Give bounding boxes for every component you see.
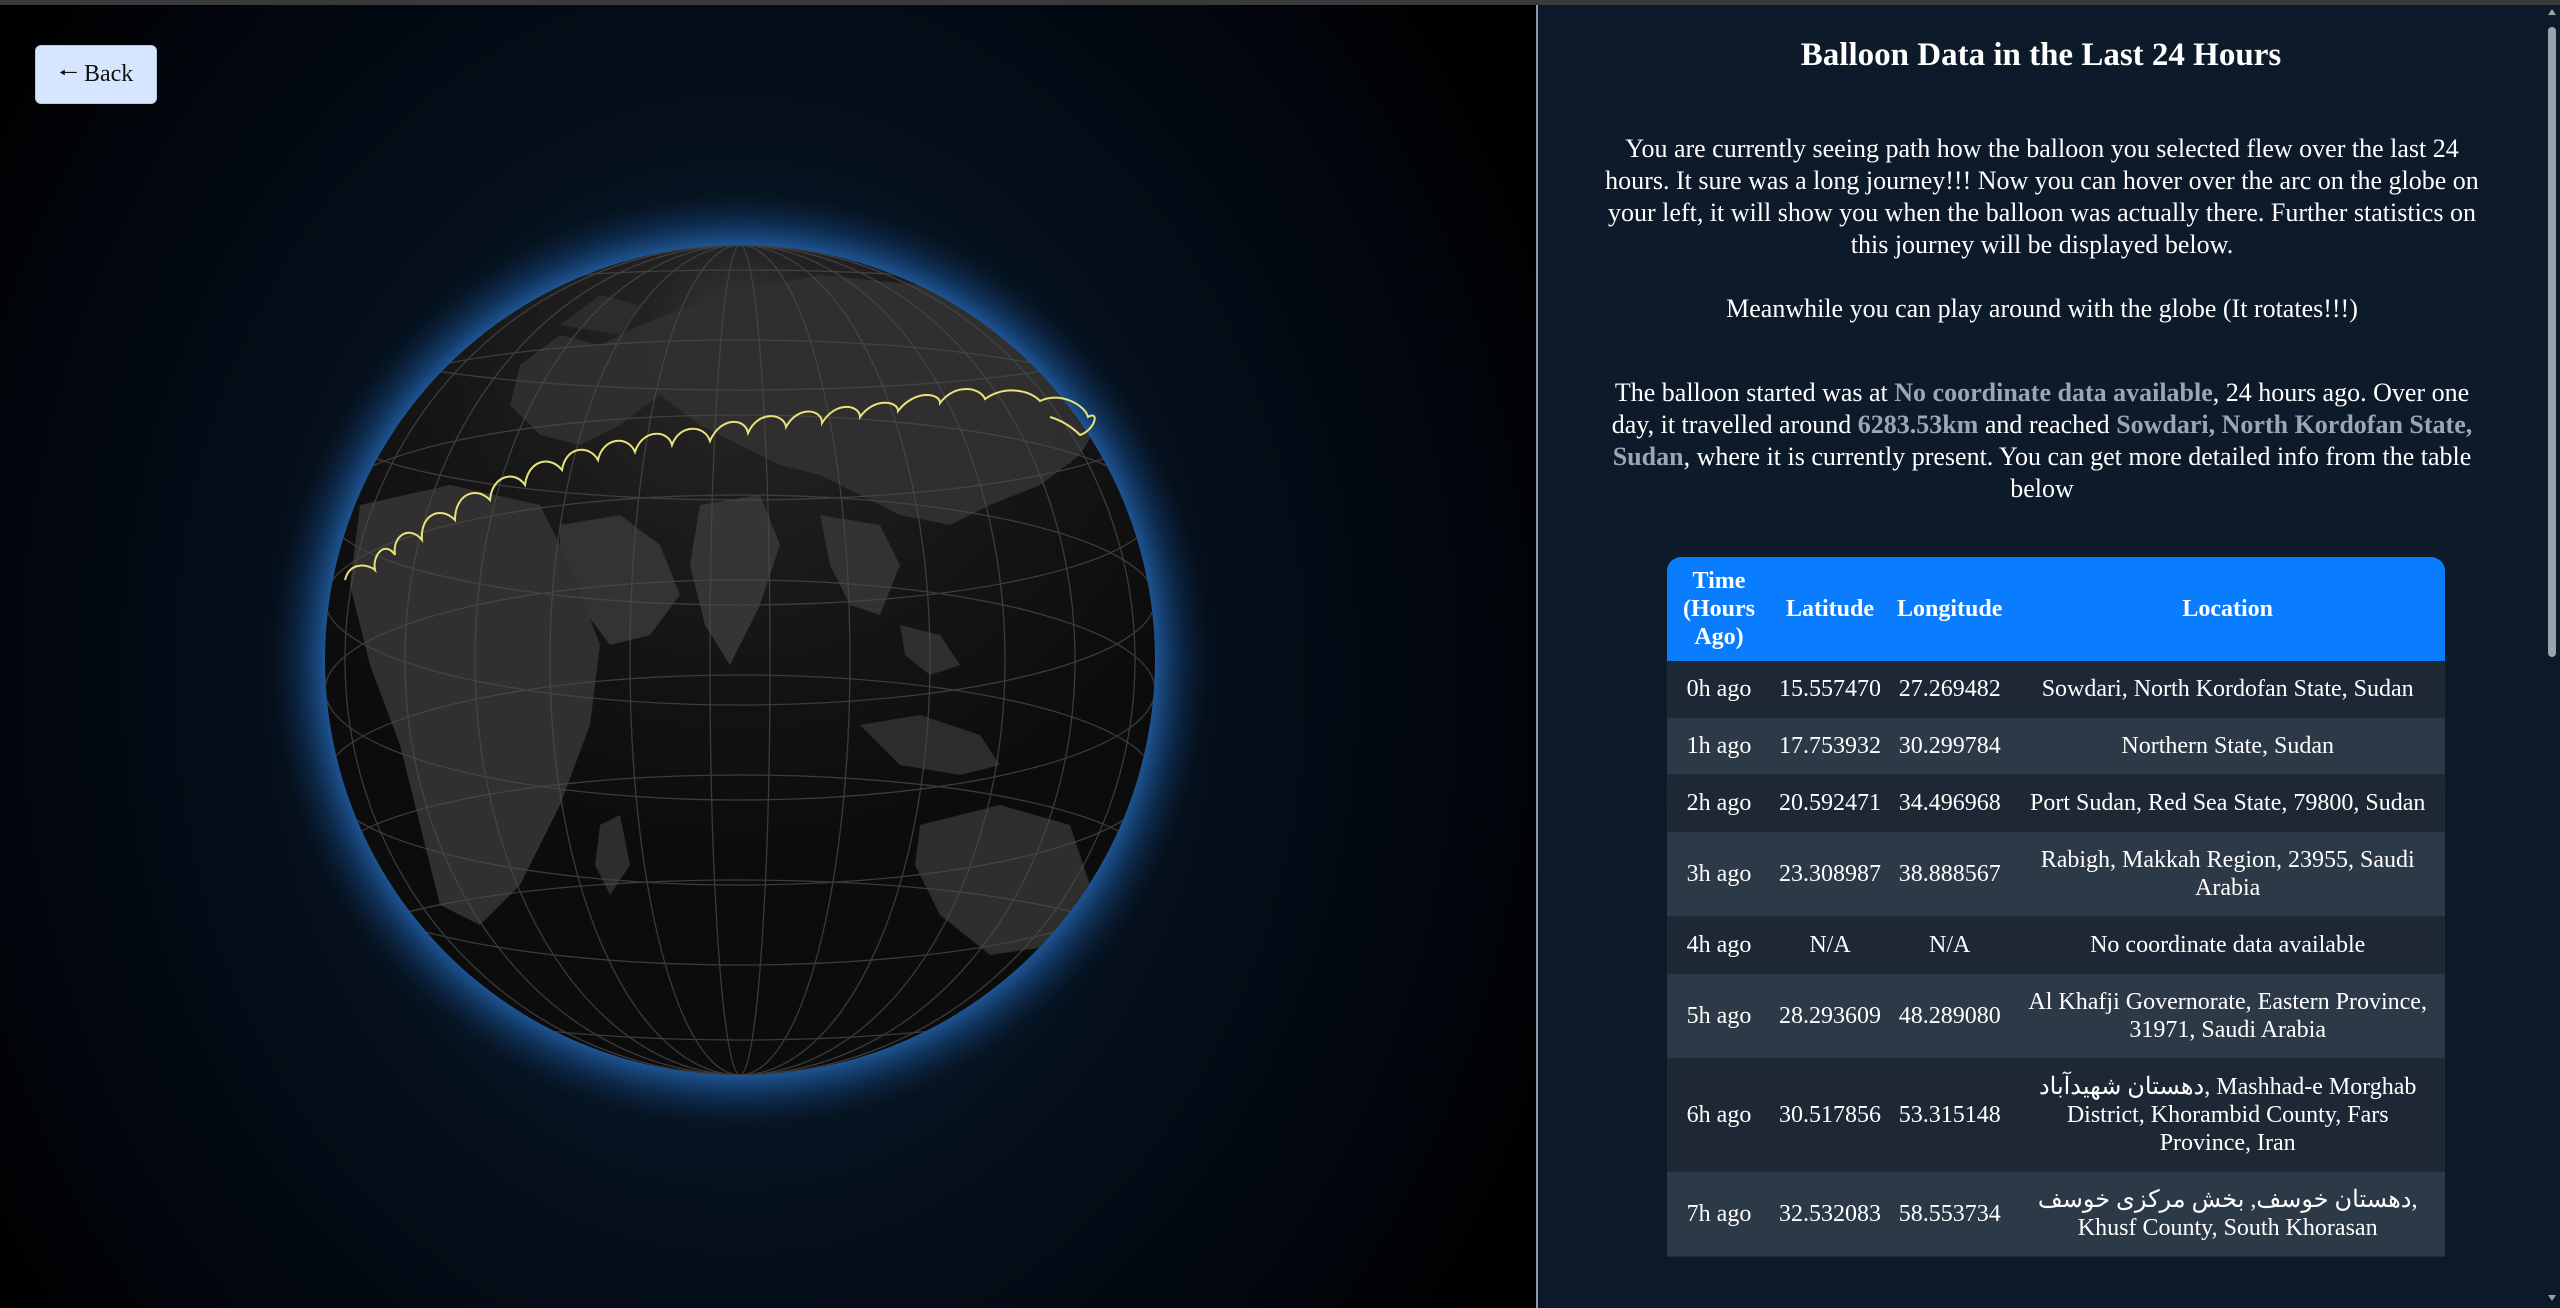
- scrollbar-thumb[interactable]: [2548, 27, 2556, 657]
- cell-longitude: 53.315148: [1889, 1058, 2011, 1172]
- page-title: Balloon Data in the Last 24 Hours: [1800, 37, 2282, 73]
- balloon-data-table: Time (Hours Ago) Latitude Longitude Loca…: [1667, 557, 2445, 1257]
- cell-location: Port Sudan, Red Sea State, 79800, Sudan: [2010, 774, 2445, 832]
- table-row: 3h ago 23.308987 38.888567 Rabigh, Makka…: [1667, 831, 2445, 917]
- cell-longitude: 30.299784: [1889, 717, 2011, 775]
- summary-part1: The balloon started was at: [1614, 378, 1895, 407]
- back-arrow-icon: 🠐: [58, 59, 78, 85]
- globe-pane[interactable]: 🠐 Back: [0, 5, 1536, 1308]
- cell-time: 0h ago: [1667, 661, 1771, 718]
- journey-summary: The balloon started was at No coordinate…: [1602, 377, 2482, 505]
- summary-part4: , where it is currently present. You can…: [1683, 442, 2472, 503]
- cell-latitude: 20.592471: [1771, 774, 1889, 832]
- cell-location: دهستان شهیدآباد, Mashhad-e Morghab Distr…: [2010, 1058, 2445, 1172]
- table-row: 4h ago N/A N/A No coordinate data availa…: [1667, 916, 2445, 974]
- table-row: 5h ago 28.293609 48.289080 Al Khafji Gov…: [1667, 973, 2445, 1059]
- cell-location: دهستان خوسف, بخش مرکزی خوسف, Khusf Count…: [2010, 1171, 2445, 1257]
- cell-location: No coordinate data available: [2010, 916, 2445, 974]
- info-panel: Balloon Data in the Last 24 Hours You ar…: [1538, 5, 2544, 1308]
- cell-time: 7h ago: [1667, 1171, 1771, 1257]
- cell-latitude: 17.753932: [1771, 717, 1889, 775]
- cell-latitude: 30.517856: [1771, 1058, 1889, 1172]
- scroll-down-arrow-icon[interactable]: [2548, 1295, 2556, 1301]
- table-row: 2h ago 20.592471 34.496968 Port Sudan, R…: [1667, 774, 2445, 832]
- table-header-row: Time (Hours Ago) Latitude Longitude Loca…: [1667, 557, 2445, 661]
- cell-time: 4h ago: [1667, 916, 1771, 974]
- cell-longitude: 34.496968: [1889, 774, 2011, 832]
- play-note: Meanwhile you can play around with the g…: [1726, 294, 2358, 323]
- header-location: Location: [2010, 557, 2445, 661]
- cell-latitude: 15.557470: [1771, 661, 1889, 718]
- info-scrollbar[interactable]: [2544, 5, 2560, 1308]
- start-location: No coordinate data available: [1894, 378, 2213, 407]
- header-time: Time (Hours Ago): [1667, 557, 1771, 661]
- cell-longitude: 27.269482: [1889, 661, 2011, 718]
- cell-time: 5h ago: [1667, 973, 1771, 1059]
- table-row: 7h ago 32.532083 58.553734 دهستان خوسف, …: [1667, 1171, 2445, 1257]
- cell-latitude: 23.308987: [1771, 831, 1889, 917]
- table-row: 6h ago 30.517856 53.315148 دهستان شهیدآب…: [1667, 1058, 2445, 1172]
- cell-location: Sowdari, North Kordofan State, Sudan: [2010, 661, 2445, 718]
- cell-time: 1h ago: [1667, 717, 1771, 775]
- back-button-label: Back: [83, 61, 134, 87]
- cell-location: Northern State, Sudan: [2010, 717, 2445, 775]
- cell-longitude: 38.888567: [1889, 831, 2011, 917]
- cell-latitude: 28.293609: [1771, 973, 1889, 1059]
- back-button[interactable]: 🠐 Back: [35, 45, 157, 104]
- cell-longitude: 48.289080: [1889, 973, 2011, 1059]
- summary-part3: and reached: [1978, 410, 2117, 439]
- cell-longitude: 58.553734: [1889, 1171, 2011, 1257]
- intro-text: You are currently seeing path how the ba…: [1605, 134, 2479, 259]
- cell-time: 2h ago: [1667, 774, 1771, 832]
- table-row: 0h ago 15.557470 27.269482 Sowdari, Nort…: [1667, 661, 2445, 718]
- globe-canvas[interactable]: [0, 5, 1536, 1308]
- cell-longitude: N/A: [1889, 916, 2011, 974]
- scroll-up-arrow-icon[interactable]: [2548, 9, 2556, 15]
- table-row: 1h ago 17.753932 30.299784 Northern Stat…: [1667, 717, 2445, 775]
- header-latitude: Latitude: [1771, 557, 1889, 661]
- cell-time: 6h ago: [1667, 1058, 1771, 1172]
- cell-location: Al Khafji Governorate, Eastern Province,…: [2010, 973, 2445, 1059]
- header-longitude: Longitude: [1889, 557, 2011, 661]
- cell-latitude: N/A: [1771, 916, 1889, 974]
- cell-latitude: 32.532083: [1771, 1171, 1889, 1257]
- distance-value: 6283.53km: [1857, 410, 1979, 439]
- cell-time: 3h ago: [1667, 831, 1771, 917]
- cell-location: Rabigh, Makkah Region, 23955, Saudi Arab…: [2010, 831, 2445, 917]
